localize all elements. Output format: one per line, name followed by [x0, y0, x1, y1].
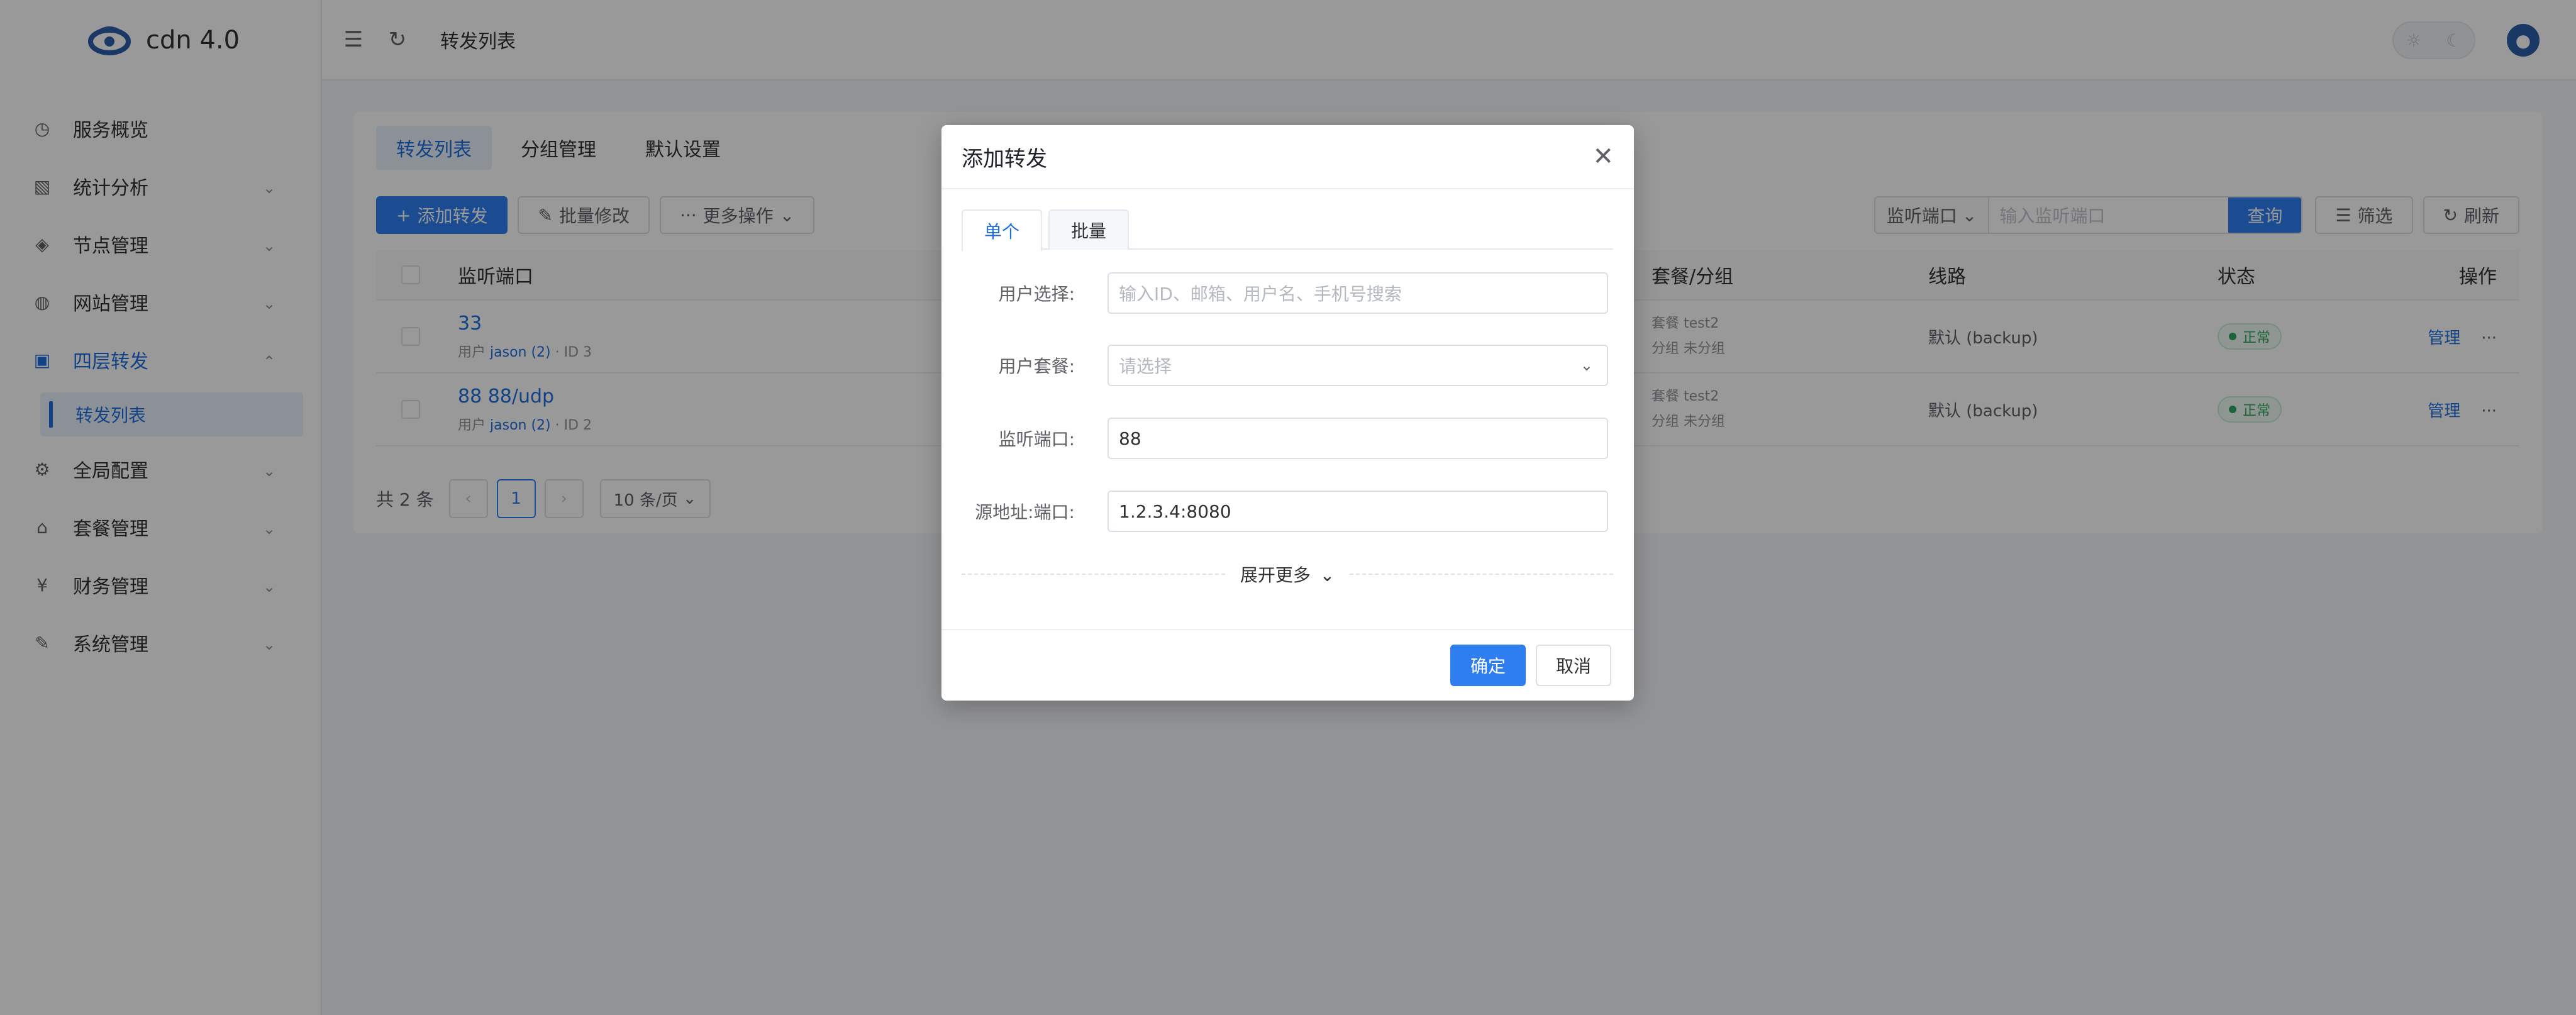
- origin-input[interactable]: 1.2.3.4:8080: [1108, 491, 1608, 532]
- expand-more-label: 展开更多: [1240, 565, 1311, 585]
- user-select-label: 用户选择:: [998, 284, 1075, 304]
- listen-port-input[interactable]: 88: [1108, 418, 1608, 459]
- tab-single[interactable]: 单个: [962, 209, 1043, 251]
- package-select-label: 用户套餐:: [998, 356, 1075, 377]
- dialog-footer: 确定 取消: [941, 629, 1634, 701]
- expand-more-row: 展开更多 ⌄: [962, 562, 1614, 587]
- user-select-row: 用户选择: 输入ID、邮箱、用户名、手机号搜索: [962, 272, 1613, 314]
- chevron-down-icon: ⌄: [1580, 357, 1593, 374]
- expand-more-button[interactable]: 展开更多 ⌄: [1225, 562, 1350, 587]
- package-select-row: 用户套餐: 请选择 ⌄: [962, 345, 1613, 386]
- origin-label: 源地址:端口:: [975, 502, 1075, 523]
- package-select[interactable]: 请选择 ⌄: [1108, 345, 1608, 386]
- confirm-button[interactable]: 确定: [1450, 645, 1526, 686]
- divider: [962, 574, 1225, 575]
- close-icon[interactable]: ✕: [1592, 144, 1614, 169]
- dialog-tabs: 单个 批量: [962, 209, 1613, 251]
- listen-port-label: 监听端口:: [998, 429, 1075, 450]
- tab-batch[interactable]: 批量: [1048, 209, 1130, 250]
- origin-row: 源地址:端口: 1.2.3.4:8080: [962, 491, 1613, 532]
- cancel-button[interactable]: 取消: [1535, 645, 1611, 686]
- add-forward-dialog: 添加转发 ✕ 单个 批量 用户选择: 输入ID、邮箱、用户名、手机号搜索 用户套…: [941, 125, 1634, 701]
- chevron-down-icon: ⌄: [1319, 565, 1335, 585]
- divider: [1350, 574, 1614, 575]
- dialog-header: 添加转发 ✕: [941, 125, 1634, 189]
- package-placeholder: 请选择: [1119, 356, 1172, 377]
- listen-port-row: 监听端口: 88: [962, 418, 1613, 459]
- user-search-input[interactable]: 输入ID、邮箱、用户名、手机号搜索: [1108, 272, 1608, 314]
- dialog-title: 添加转发: [962, 146, 1047, 172]
